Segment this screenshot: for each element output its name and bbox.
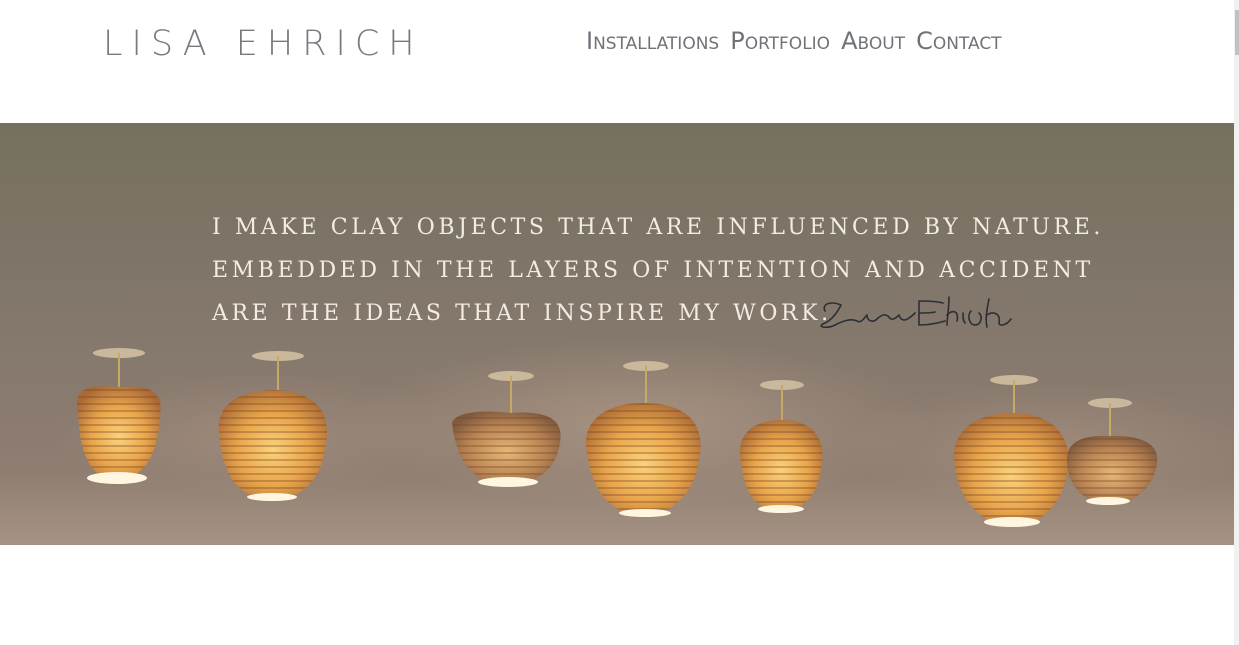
page-scrollbar[interactable] [1234,0,1239,645]
main-nav: Installations Portfolio About Contact [586,27,1002,55]
handwritten-signature [820,296,1012,329]
pendant-lamp [452,371,561,487]
site-logo[interactable]: LISA EHRICH [103,24,424,64]
pendant-lamp [954,375,1069,527]
nav-item-contact[interactable]: Contact [916,27,1002,55]
nav-item-about[interactable]: About [841,27,905,55]
pendant-lamp [585,361,701,517]
scrollbar-thumb[interactable] [1235,10,1239,55]
pendant-lamp [739,380,823,513]
pendant-lamp [77,348,161,484]
pendant-lamp [218,351,327,501]
site-header: LISA EHRICH Installations Portfolio Abou… [0,0,1234,123]
nav-item-installations[interactable]: Installations [586,27,719,55]
hero-banner: I make clay objects that are influenced … [0,123,1234,545]
statement-line: I make clay objects that are influenced … [212,215,1104,240]
page: LISA EHRICH Installations Portfolio Abou… [0,0,1239,645]
pendant-lamp [1066,398,1158,505]
nav-item-portfolio[interactable]: Portfolio [730,27,830,55]
statement-line: Embedded in the layers of intention and … [212,258,1094,283]
